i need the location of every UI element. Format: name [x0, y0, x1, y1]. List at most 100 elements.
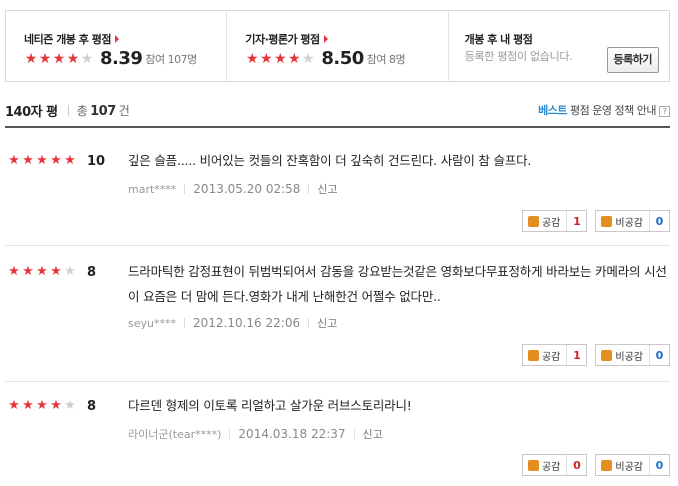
star-icon: ★: [246, 50, 259, 67]
report-link[interactable]: 신고: [317, 181, 337, 197]
star-icon: ★: [64, 398, 76, 413]
divider: [184, 184, 186, 194]
like-count: 1: [573, 348, 581, 362]
star-icon: ★: [22, 398, 34, 413]
review-list-header: 140자 평 총 107 건 베스트 평점 운영 정책 안내?: [5, 100, 670, 120]
review-list-title: 140자 평: [5, 104, 58, 120]
like-button[interactable]: 공감 1: [521, 210, 588, 232]
star-icon: ★: [24, 50, 38, 67]
header-divider: [5, 126, 670, 128]
review-date: 2014.03.18 22:37: [238, 427, 346, 441]
critic-rating: 기자·평론가 평점 ★ ★ ★ ★ ★ 8.50 참여 8명: [227, 11, 449, 81]
review-author[interactable]: mart****: [128, 183, 176, 196]
rating-summary: 네티즌 개봉 후 평점 ★ ★ ★ ★ ★ 8.39 참여 107명 기자·평론가 평점…: [5, 10, 670, 82]
review-total: 총 107 건: [76, 103, 130, 119]
star-icon: ★: [64, 153, 76, 168]
star-icon: ★: [66, 50, 80, 67]
star-icon: ★: [36, 398, 48, 413]
dislike-count: 0: [655, 458, 664, 472]
review-author[interactable]: 라이너군(tear****): [128, 426, 221, 442]
best-label[interactable]: 베스트: [538, 104, 567, 117]
critic-score: 8.50: [321, 48, 364, 69]
review-date: 2013.05.20 02:58: [193, 182, 301, 196]
star-icon: ★: [50, 398, 62, 413]
star-icon: ★: [36, 153, 48, 168]
star-icon: ★: [8, 398, 20, 413]
dislike-button[interactable]: 비공감 0: [595, 454, 670, 476]
star-icon: ★: [50, 264, 62, 279]
divider: [67, 104, 69, 116]
chevron-right-icon: [323, 35, 328, 43]
register-rating-button[interactable]: 등록하기: [606, 47, 659, 73]
netizen-score: 8.39: [100, 48, 143, 69]
help-icon[interactable]: ?: [659, 106, 670, 117]
review-score: 8: [87, 399, 97, 414]
review-item: ★ ★ ★ ★ ★ 8 다르덴 형제의 이토록 리얼하고 살가운 러브스토리라니! 라이…: [5, 398, 670, 486]
star-icon: ★: [302, 50, 315, 67]
dislike-button[interactable]: 비공감 0: [595, 344, 670, 366]
netizen-rating-title[interactable]: 네티즌 개봉 후 평점: [24, 31, 226, 47]
review-score: 10: [87, 154, 106, 169]
netizen-rating: 네티즌 개봉 후 평점 ★ ★ ★ ★ ★ 8.39 참여 107명: [6, 11, 228, 81]
star-icon: ★: [22, 264, 34, 279]
review-actions: 공감 1 비공감 0: [514, 344, 670, 366]
thumbs-down-icon: [601, 459, 613, 471]
review-star-rating: ★ ★ ★ ★ ★: [7, 399, 77, 413]
report-link[interactable]: 신고: [317, 315, 337, 331]
critic-star-rating: ★ ★ ★ ★ ★: [245, 52, 315, 66]
divider: [308, 318, 310, 328]
dislike-count: 0: [655, 348, 664, 362]
thumbs-down-icon: [601, 349, 613, 361]
divider: [229, 429, 231, 439]
thumbs-up-icon: [527, 215, 539, 227]
thumbs-up-icon: [527, 459, 539, 471]
review-author[interactable]: seyu****: [128, 317, 176, 330]
star-icon: ★: [64, 264, 76, 279]
critic-count: 참여 8명: [366, 52, 406, 66]
policy-link[interactable]: 베스트 평점 운영 정책 안내?: [538, 102, 670, 118]
star-icon: ★: [38, 50, 52, 67]
chevron-right-icon: [114, 35, 119, 43]
divider: [308, 184, 310, 194]
review-star-rating: ★ ★ ★ ★ ★: [7, 265, 77, 279]
divider: [183, 318, 185, 328]
review-meta: mart**** 2013.05.20 02:58 신고: [128, 181, 338, 197]
review-meta: 라이너군(tear****) 2014.03.18 22:37 신고: [128, 426, 383, 442]
review-text: 다르덴 형제의 이토록 리얼하고 살가운 러브스토리라니!: [128, 398, 412, 413]
review-score: 8: [87, 265, 97, 280]
divider: [353, 429, 355, 439]
review-item: ★ ★ ★ ★ ★ 8 드라마틱한 감정표현이 뒤범벅되어서 감동을 강요받는것같은 영…: [5, 262, 670, 382]
review-item: ★ ★ ★ ★ ★ 10 깊은 슬픔..... 비어있는 컷들의 잔혹함이 더 깊숙히 …: [5, 152, 670, 246]
review-actions: 공감 0 비공감 0: [514, 454, 670, 476]
like-count: 0: [573, 458, 581, 472]
review-meta: seyu**** 2012.10.16 22:06 신고: [128, 315, 337, 331]
review-actions: 공감 1 비공감 0: [514, 210, 670, 232]
star-icon: ★: [260, 50, 273, 67]
like-button[interactable]: 공감 1: [521, 344, 588, 366]
review-star-rating: ★ ★ ★ ★ ★: [7, 154, 77, 168]
review-text: 깊은 슬픔..... 비어있는 컷들의 잔혹함이 더 깊숙히 건드린다. 사람이…: [128, 153, 532, 168]
star-icon: ★: [288, 50, 301, 67]
star-icon: ★: [36, 264, 48, 279]
my-rating: 개봉 후 내 평점 등록한 평점이 없습니다. 등록하기: [449, 11, 669, 81]
thumbs-down-icon: [601, 215, 613, 227]
critic-rating-title[interactable]: 기자·평론가 평점: [245, 31, 447, 47]
netizen-count: 참여 107명: [145, 52, 197, 66]
policy-label[interactable]: 평점 운영 정책 안내: [570, 104, 656, 117]
thumbs-up-icon: [527, 349, 539, 361]
star-icon: ★: [8, 153, 20, 168]
my-rating-empty-text: 등록한 평점이 없습니다.: [464, 50, 573, 63]
star-icon: ★: [22, 153, 34, 168]
star-icon: ★: [80, 50, 94, 67]
review-total-count: 107: [90, 103, 116, 119]
dislike-button[interactable]: 비공감 0: [595, 210, 670, 232]
star-icon: ★: [274, 50, 287, 67]
review-date: 2012.10.16 22:06: [192, 316, 301, 330]
dislike-count: 0: [655, 214, 664, 228]
like-count: 1: [573, 214, 581, 228]
star-icon: ★: [8, 264, 20, 279]
star-icon: ★: [50, 153, 62, 168]
review-text: 드라마틱한 감정표현이 뒤범벅되어서 감동을 강요받는것같은 영화보다무표정하게…: [128, 264, 667, 304]
report-link[interactable]: 신고: [363, 426, 383, 442]
like-button[interactable]: 공감 0: [521, 454, 588, 476]
